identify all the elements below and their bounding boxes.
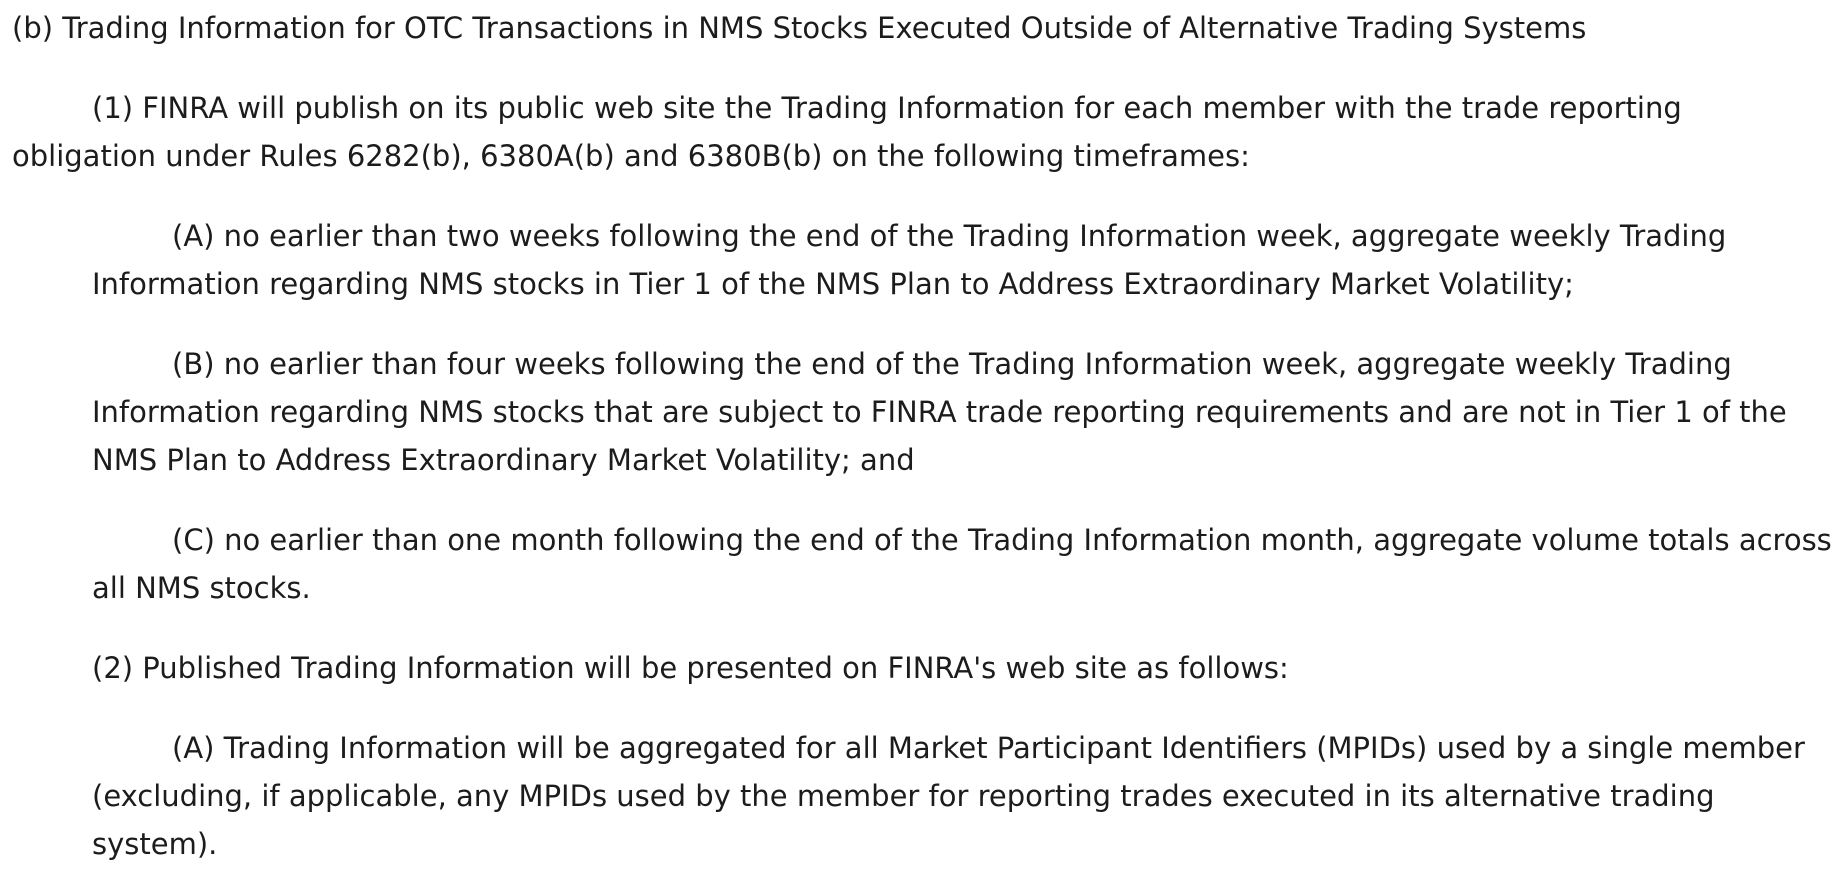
paragraph-1-item-b: (B) no earlier than four weeks following…: [92, 347, 1787, 477]
rule-text-document: (b) Trading Information for OTC Transact…: [0, 0, 1842, 874]
paragraph-2-item-a: (A) Trading Information will be aggregat…: [92, 731, 1805, 861]
paragraph-1-item-a: (A) no earlier than two weeks following …: [92, 219, 1727, 301]
paragraph-1-item-c: (C) no earlier than one month following …: [92, 523, 1832, 605]
paragraph-2: (2) Published Trading Information will b…: [92, 651, 1289, 685]
section-heading: (b) Trading Information for OTC Transact…: [12, 11, 1587, 45]
paragraph-1: (1) FINRA will publish on its public web…: [12, 91, 1682, 173]
